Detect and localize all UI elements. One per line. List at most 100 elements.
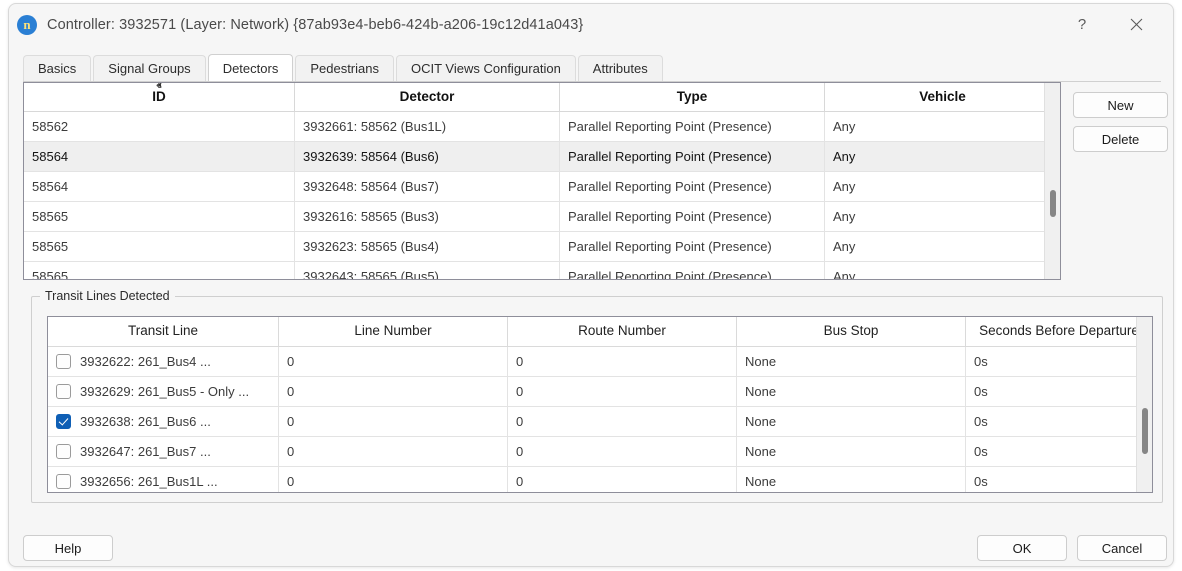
transit-cell-route-number: 0 <box>508 467 737 494</box>
column-header-vehicle-label: Vehicle <box>919 89 966 104</box>
column-header-vehicle[interactable]: Vehicle <box>825 83 1061 112</box>
detector-cell-id: 58564 <box>24 142 295 172</box>
transit-cell-line-number: 0 <box>279 467 508 494</box>
transit-cell-bus-stop: None <box>737 437 966 467</box>
app-icon-glyph: n <box>23 18 30 31</box>
detector-cell-id: 58565 <box>24 262 295 281</box>
detector-cell-type: Parallel Reporting Point (Presence) <box>560 112 825 142</box>
detector-row[interactable]: 585653932623: 58565 (Bus4)Parallel Repor… <box>24 232 1060 262</box>
tab-ocit-views-configuration[interactable]: OCIT Views Configuration <box>396 55 576 81</box>
cancel-button[interactable]: Cancel <box>1077 535 1167 561</box>
transit-line-label: 3932638: 261_Bus6 ... <box>80 414 211 429</box>
transit-cell-route-number: 0 <box>508 437 737 467</box>
detector-cell-vehicle: Any <box>825 262 1061 281</box>
detector-cell-id: 58564 <box>24 172 295 202</box>
column-header-seconds-before-departure[interactable]: Seconds Before Departure <box>966 317 1153 347</box>
transit-row[interactable]: 3932638: 261_Bus6 ...00None0s <box>48 407 1152 437</box>
column-header-detector[interactable]: Detector <box>295 83 560 112</box>
column-header-bus-stop[interactable]: Bus Stop <box>737 317 966 347</box>
column-header-id[interactable]: ⱏ ID <box>24 83 295 112</box>
new-button[interactable]: New <box>1073 92 1168 118</box>
transit-cell-seconds: 0s <box>966 437 1153 467</box>
detector-cell-type: Parallel Reporting Point (Presence) <box>560 142 825 172</box>
detector-cell-vehicle: Any <box>825 172 1061 202</box>
transit-cell-route-number: 0 <box>508 347 737 377</box>
ok-button[interactable]: OK <box>977 535 1067 561</box>
tab-bar: BasicsSignal GroupsDetectorsPedestriansO… <box>23 55 1161 82</box>
transit-table-scrollbar[interactable] <box>1136 317 1152 492</box>
transit-row[interactable]: 3932656: 261_Bus1L ...00None0s <box>48 467 1152 494</box>
transit-checkbox[interactable] <box>56 474 71 489</box>
detector-table-body: 585623932661: 58562 (Bus1L)Parallel Repo… <box>24 112 1060 281</box>
transit-checkbox[interactable] <box>56 384 71 399</box>
transit-cell-bus-stop: None <box>737 407 966 437</box>
transit-cell-bus-stop: None <box>737 377 966 407</box>
titlebar-help-icon[interactable]: ? <box>1059 4 1105 45</box>
tab-basics[interactable]: Basics <box>23 55 91 81</box>
transit-cell-line: 3932629: 261_Bus5 - Only ... <box>48 377 279 407</box>
detector-cell-detector: 3932648: 58564 (Bus7) <box>295 172 560 202</box>
column-header-type[interactable]: Type <box>560 83 825 112</box>
transit-cell-line-number: 0 <box>279 347 508 377</box>
detector-cell-detector: 3932639: 58564 (Bus6) <box>295 142 560 172</box>
transit-cell-bus-stop: None <box>737 467 966 494</box>
transit-line-label: 3932647: 261_Bus7 ... <box>80 444 211 459</box>
transit-checkbox-checked[interactable] <box>56 414 71 429</box>
close-icon <box>1130 18 1143 31</box>
detector-cell-type: Parallel Reporting Point (Presence) <box>560 202 825 232</box>
transit-cell-line-number: 0 <box>279 377 508 407</box>
detector-cell-vehicle: Any <box>825 232 1061 262</box>
transit-line-label: 3932622: 261_Bus4 ... <box>80 354 211 369</box>
transit-cell-line-number: 0 <box>279 437 508 467</box>
column-header-bus-stop-label: Bus Stop <box>824 323 879 338</box>
column-header-line-number-label: Line Number <box>354 323 431 338</box>
transit-lines-group: Transit Lines Detected Transit Line Line… <box>31 296 1163 503</box>
detector-cell-detector: 3932661: 58562 (Bus1L) <box>295 112 560 142</box>
column-header-seconds-label: Seconds Before Departure <box>979 323 1139 338</box>
transit-table: Transit Line Line Number Route Number Bu… <box>48 317 1152 493</box>
transit-checkbox[interactable] <box>56 354 71 369</box>
close-button[interactable] <box>1113 4 1159 45</box>
column-header-detector-label: Detector <box>400 89 455 104</box>
column-header-route-number[interactable]: Route Number <box>508 317 737 347</box>
detector-cell-type: Parallel Reporting Point (Presence) <box>560 172 825 202</box>
window-title: Controller: 3932571 (Layer: Network) {87… <box>47 17 583 33</box>
tab-detectors[interactable]: Detectors <box>208 54 294 81</box>
transit-cell-line: 3932622: 261_Bus4 ... <box>48 347 279 377</box>
detector-cell-id: 58565 <box>24 232 295 262</box>
question-mark-icon: ? <box>1078 16 1086 33</box>
transit-row[interactable]: 3932647: 261_Bus7 ...00None0s <box>48 437 1152 467</box>
tab-signal-groups[interactable]: Signal Groups <box>93 55 205 81</box>
detector-row[interactable]: 585643932648: 58564 (Bus7)Parallel Repor… <box>24 172 1060 202</box>
detector-scrollbar-thumb[interactable] <box>1050 190 1056 217</box>
transit-cell-line: 3932647: 261_Bus7 ... <box>48 437 279 467</box>
detector-row[interactable]: 585623932661: 58562 (Bus1L)Parallel Repo… <box>24 112 1060 142</box>
sort-ascending-icon: ⱏ <box>157 82 162 92</box>
detector-cell-type: Parallel Reporting Point (Presence) <box>560 232 825 262</box>
transit-cell-line: 3932656: 261_Bus1L ... <box>48 467 279 494</box>
transit-scrollbar-thumb[interactable] <box>1142 408 1148 454</box>
transit-row[interactable]: 3932629: 261_Bus5 - Only ...00None0s <box>48 377 1152 407</box>
delete-button[interactable]: Delete <box>1073 126 1168 152</box>
tab-attributes[interactable]: Attributes <box>578 55 663 81</box>
transit-checkbox[interactable] <box>56 444 71 459</box>
detector-row[interactable]: 585653932643: 58565 (Bus5)Parallel Repor… <box>24 262 1060 281</box>
transit-line-label: 3932629: 261_Bus5 - Only ... <box>80 384 249 399</box>
column-header-line-number[interactable]: Line Number <box>279 317 508 347</box>
detector-cell-type: Parallel Reporting Point (Presence) <box>560 262 825 281</box>
tab-pedestrians[interactable]: Pedestrians <box>295 55 394 81</box>
transit-cell-bus-stop: None <box>737 347 966 377</box>
column-header-type-label: Type <box>677 89 708 104</box>
detector-row[interactable]: 585653932616: 58565 (Bus3)Parallel Repor… <box>24 202 1060 232</box>
help-button[interactable]: Help <box>23 535 113 561</box>
column-header-transit-line[interactable]: Transit Line <box>48 317 279 347</box>
detector-row[interactable]: 585643932639: 58564 (Bus6)Parallel Repor… <box>24 142 1060 172</box>
detector-cell-detector: 3932623: 58565 (Bus4) <box>295 232 560 262</box>
detector-cell-vehicle: Any <box>825 112 1061 142</box>
detector-table-scrollbar[interactable] <box>1044 83 1060 279</box>
transit-cell-line: 3932638: 261_Bus6 ... <box>48 407 279 437</box>
transit-table-body: 3932622: 261_Bus4 ...00None0s3932629: 26… <box>48 347 1152 494</box>
transit-cell-seconds: 0s <box>966 467 1153 494</box>
transit-row[interactable]: 3932622: 261_Bus4 ...00None0s <box>48 347 1152 377</box>
title-bar: n Controller: 3932571 (Layer: Network) {… <box>9 4 1173 45</box>
